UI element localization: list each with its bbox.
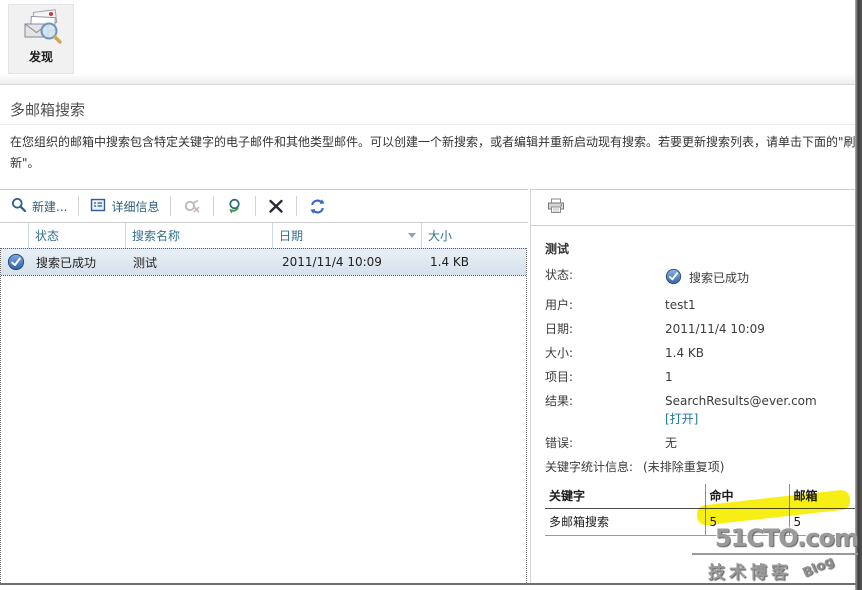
print-button[interactable] <box>543 195 569 220</box>
watermark: 51CTO.com 技术博客 Blog <box>692 524 858 583</box>
status-check-icon <box>665 268 682 289</box>
discover-button[interactable]: 发现 <box>8 4 74 74</box>
watermark-blog-badge: Blog <box>800 554 836 581</box>
new-search-button[interactable]: 新建... <box>0 190 78 222</box>
row-date: 2011/11/4 10:09 <box>274 255 423 269</box>
row-search-name: 测试 <box>127 254 274 271</box>
detail-value: 无 <box>665 436 677 451</box>
page-description: 在您组织的邮箱中搜索包含特定关键字的电子邮件和其他类型邮件。可以创建一个新搜索，… <box>10 132 856 174</box>
details-label: 详细信息 <box>111 198 159 215</box>
discover-mail-search-icon <box>19 9 63 47</box>
detail-value: SearchResults@ever.com [打开] <box>665 394 845 427</box>
detail-label: 项目: <box>545 370 665 385</box>
discover-button-label: 发现 <box>29 48 53 65</box>
detail-label: 用户: <box>545 298 665 313</box>
detail-value: 2011/11/4 10:09 <box>665 322 765 337</box>
detail-label: 日期: <box>545 322 665 337</box>
details-icon <box>90 197 106 216</box>
detail-value: test1 <box>665 298 696 313</box>
hits-column-header: 命中 <box>705 484 789 509</box>
ribbon: 发现 <box>0 0 862 85</box>
search-list-pane: 新建... 详细信息 <box>0 189 528 584</box>
open-results-link[interactable]: [打开] <box>665 412 698 427</box>
column-header-status[interactable]: 状态 <box>29 223 126 248</box>
restart-search-button[interactable] <box>214 190 255 222</box>
discovery-search-page: 发现 多邮箱搜索 在您组织的邮箱中搜索包含特定关键字的电子邮件和其他类型邮件。可… <box>0 0 862 590</box>
detail-row-date: 日期: 2011/11/4 10:09 <box>545 322 845 337</box>
pane-bottom-border <box>0 583 856 585</box>
column-header-date[interactable]: 日期 <box>273 223 422 248</box>
new-search-label: 新建... <box>32 198 67 215</box>
page-title: 多邮箱搜索 <box>10 99 85 120</box>
detail-row-results: 结果: SearchResults@ever.com [打开] <box>545 394 845 427</box>
title-divider <box>0 124 862 125</box>
detail-label: 结果: <box>545 394 665 409</box>
detail-row-keyword-stats: 关键字统计信息: (未排除重复项) <box>545 460 845 475</box>
detail-value: 搜索已成功 <box>665 268 749 289</box>
keyword-table-header: 关键字 命中 邮箱 <box>545 484 855 509</box>
list-toolbar: 新建... 详细信息 <box>0 190 528 223</box>
sort-descending-icon[interactable] <box>408 233 416 238</box>
column-header-search-name[interactable]: 搜索名称 <box>126 223 273 248</box>
stop-search-button-disabled <box>171 190 213 222</box>
detail-label: 错误: <box>545 436 665 451</box>
mailboxes-column-header: 邮箱 <box>789 484 855 509</box>
detail-row-status: 状态: 搜索已成功 <box>545 268 845 289</box>
detail-search-title: 测试 <box>545 240 845 257</box>
detail-row-items: 项目: 1 <box>545 370 845 385</box>
keyword-column-header: 关键字 <box>545 484 705 509</box>
row-size: 1.4 KB <box>423 255 526 269</box>
search-results-list: 搜索已成功 测试 2011/11/4 10:09 1.4 KB <box>0 248 527 585</box>
search-list-row-selected[interactable]: 搜索已成功 测试 2011/11/4 10:09 1.4 KB <box>1 248 526 276</box>
detail-row-size: 大小: 1.4 KB <box>545 346 845 361</box>
watermark-51cto-logo: 51CTO.com <box>692 524 858 555</box>
detail-value: 1 <box>665 370 673 385</box>
detail-label: 大小: <box>545 346 665 361</box>
list-header: 状态 搜索名称 日期 大小 <box>0 223 528 248</box>
detail-row-user: 用户: test1 <box>545 298 845 313</box>
details-button[interactable]: 详细信息 <box>79 190 170 222</box>
keyword-cell: 多邮箱搜索 <box>545 509 705 536</box>
column-header-icon[interactable] <box>0 223 29 248</box>
detail-row-errors: 错误: 无 <box>545 436 845 451</box>
new-search-icon <box>11 197 27 216</box>
delete-search-button[interactable] <box>256 190 296 222</box>
row-status: 搜索已成功 <box>30 254 127 271</box>
search-details: 测试 状态: <box>545 240 845 536</box>
window-right-edge <box>855 0 862 590</box>
detail-value: (未排除重复项) <box>643 460 724 475</box>
watermark-tech-blog-text: 技术博客 <box>708 558 792 583</box>
results-mailbox: SearchResults@ever.com <box>665 394 817 408</box>
detail-label: 状态: <box>545 268 665 283</box>
refresh-button[interactable] <box>297 190 338 222</box>
detail-value: 1.4 KB <box>665 346 704 361</box>
search-succeeded-check-icon <box>1 253 30 271</box>
details-toolbar <box>531 190 856 226</box>
column-header-size[interactable]: 大小 <box>422 223 528 248</box>
detail-label: 关键字统计信息: <box>545 460 633 475</box>
